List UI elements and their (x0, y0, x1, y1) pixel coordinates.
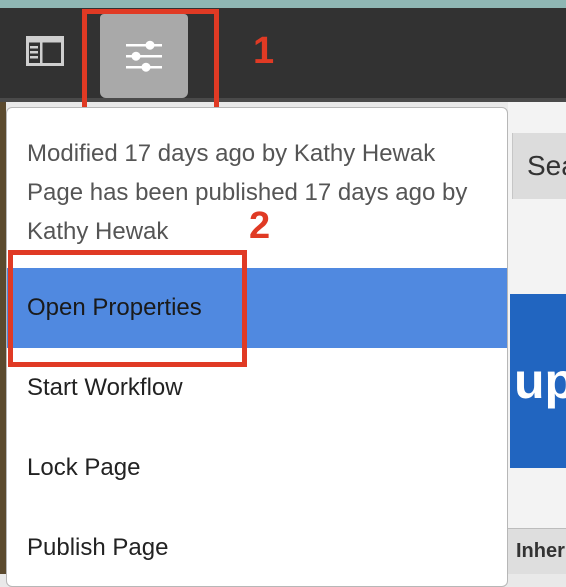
search-field[interactable]: Sea (512, 133, 566, 199)
modified-info: Modified 17 days ago by Kathy Hewak (27, 140, 436, 167)
publish-page-item[interactable]: Publish Page (7, 508, 507, 586)
toggle-side-panel-button[interactable] (24, 30, 66, 72)
window-top-strip (0, 0, 566, 8)
publish-page-label: Publish Page (27, 534, 169, 561)
lock-page-item[interactable]: Lock Page (7, 428, 507, 508)
inheritance-tab[interactable]: Inher (508, 528, 566, 574)
hero-banner: up (510, 294, 566, 468)
side-panel-icon (26, 36, 64, 66)
lock-page-label: Lock Page (27, 454, 141, 481)
annotation-box-2 (8, 250, 247, 367)
annotation-number-2: 2 (249, 205, 271, 247)
start-workflow-label: Start Workflow (27, 374, 183, 401)
annotation-box-1 (82, 9, 219, 121)
annotation-number-1: 1 (253, 30, 275, 72)
